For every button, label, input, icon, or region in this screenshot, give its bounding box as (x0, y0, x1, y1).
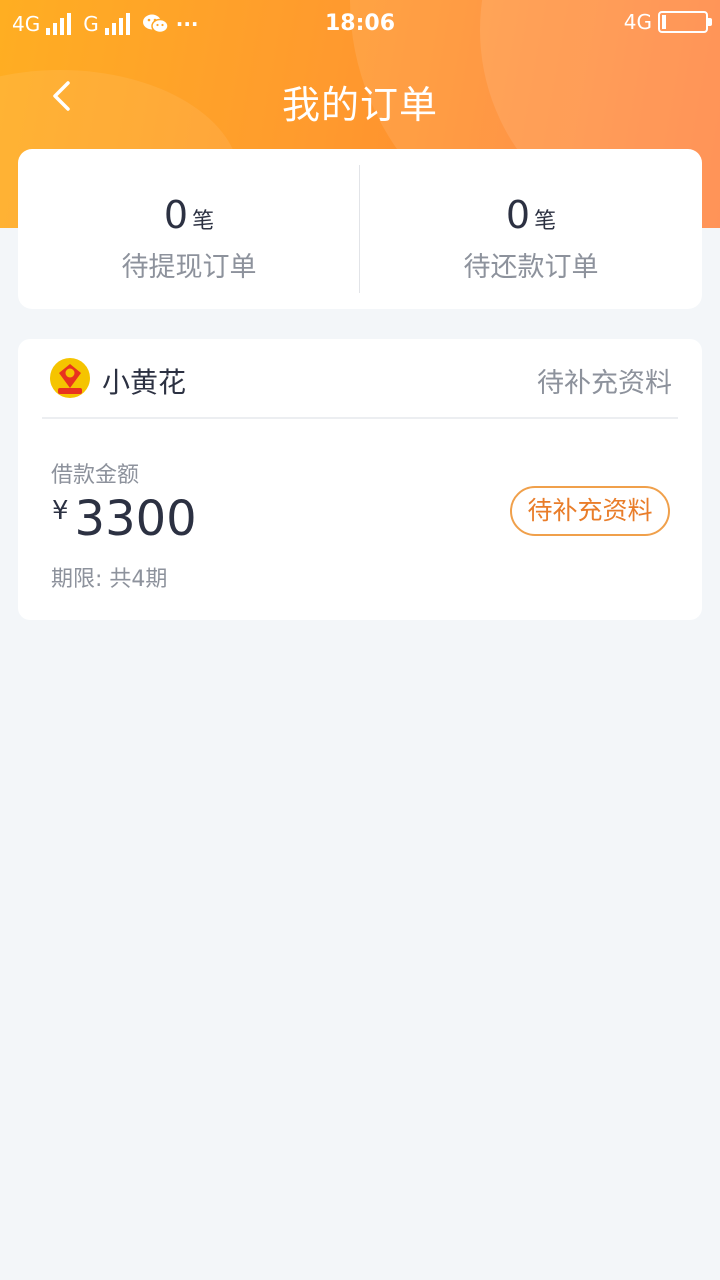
pending-repay-unit: 笔 (534, 209, 557, 234)
pending-withdraw-unit: 笔 (192, 209, 215, 234)
network-type-right: 4G (623, 10, 652, 34)
pending-repay-label: 待还款订单 (463, 252, 599, 283)
currency-symbol: ¥ (52, 496, 69, 526)
order-card[interactable]: 小黄花 待补充资料 借款金额 ¥3300 期限: 共4期 待补充资料 (18, 339, 702, 620)
pending-withdraw-stat[interactable]: 0笔 待提现订单 (18, 193, 360, 284)
loan-amount-value: 3300 (74, 491, 197, 547)
status-bar: 4G G ··· 18:06 4G (0, 0, 720, 50)
battery-icon (658, 11, 712, 33)
page-title: 我的订单 (281, 83, 438, 127)
pending-withdraw-count: 0 (163, 193, 189, 237)
pending-withdraw-label: 待提现订单 (121, 252, 257, 283)
pending-repay-stat[interactable]: 0笔 待还款订单 (360, 193, 702, 284)
pending-repay-count: 0 (505, 193, 531, 237)
brand-name: 小黄花 (102, 366, 187, 399)
brand-logo-icon (50, 358, 90, 398)
loan-amount: ¥3300 (52, 491, 197, 547)
order-summary-card: 0笔 待提现订单 0笔 待还款订单 (18, 149, 702, 309)
order-card-header: 小黄花 待补充资料 (42, 339, 678, 419)
clock: 18:06 (324, 11, 396, 36)
supplement-info-button[interactable]: 待补充资料 (510, 486, 670, 536)
navigation-bar: 我的订单 (0, 60, 720, 132)
order-status: 待补充资料 (537, 368, 672, 399)
loan-term: 期限: 共4期 (51, 567, 168, 592)
loan-amount-label: 借款金额 (51, 463, 140, 488)
